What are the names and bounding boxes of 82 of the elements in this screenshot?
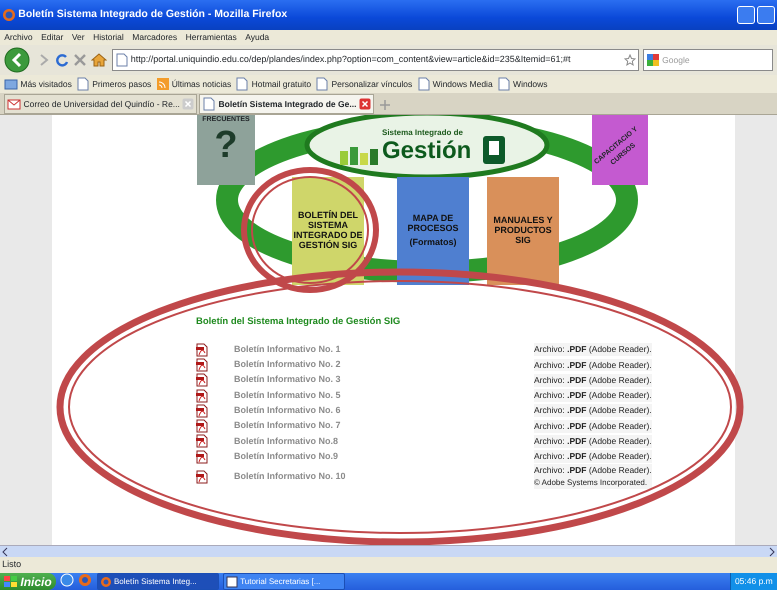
page-icon [315, 77, 330, 91]
menu-item[interactable]: Marcadores [132, 31, 178, 44]
pdf-icon[interactable] [196, 373, 208, 388]
logo-title: Gestión [382, 139, 472, 163]
file-info: Archivo: .PDF (Adobe Reader). [534, 435, 652, 448]
horizontal-scrollbar[interactable] [0, 545, 777, 557]
pdf-icon[interactable] [196, 470, 208, 484]
copyright-note: © Adobe Systems Incorporated. [534, 477, 652, 490]
clock-text: 05:46 p.m [734, 575, 773, 588]
page-icon [202, 97, 216, 111]
banner-card[interactable]: MAPA DE PROCESOS (Formatos) [397, 177, 469, 285]
file-info: Archivo: .PDF (Adobe Reader). [534, 358, 652, 372]
pdf-icon[interactable] [196, 434, 208, 448]
mail-icon [7, 97, 22, 111]
pdf-icon[interactable] [196, 404, 208, 418]
tab-label: Correo de Universidad del Quindío - Re... [24, 98, 180, 110]
search-engine-icon[interactable] [646, 53, 660, 67]
firefox-icon [2, 8, 16, 22]
menu-item[interactable]: Ayuda [245, 31, 270, 44]
pdf-icon[interactable] [196, 388, 208, 403]
page-icon [76, 77, 90, 91]
card-label: MANUALES Y PRODUCTOS SIG [492, 216, 554, 246]
home-icon[interactable] [91, 53, 108, 67]
bookmark-item[interactable]: Windows Media [416, 77, 493, 91]
file-info: Archivo: .PDF (Adobe Reader). [534, 343, 652, 356]
scroll-right-icon[interactable] [767, 546, 777, 556]
menu-item[interactable]: Herramientas [186, 31, 237, 44]
folder-icon [4, 77, 18, 91]
address-bar[interactable]: http://portal.uniquindio.edu.co/dep/plandes/index.php?option=com_content&view=article&id=235&Itemid=61;#t [112, 49, 639, 71]
menu-item[interactable]: Historial [93, 31, 124, 44]
file-info: Archivo: .PDF (Adobe Reader). [534, 450, 652, 464]
pdf-icon[interactable] [196, 450, 208, 464]
document-icon [226, 576, 238, 588]
logo-mark-icon [482, 135, 506, 165]
bookmark-item[interactable]: Más visitados [4, 77, 72, 91]
minimize-button[interactable] [736, 6, 755, 24]
banner-card[interactable]: MANUALES Y PRODUCTOS SIG [487, 177, 559, 285]
card-label: BOLETÍN DEL SISTEMA INTEGRADO DE GESTIÓN SIG [292, 211, 364, 251]
scroll-left-icon[interactable] [0, 546, 10, 556]
question-mark: ? [214, 126, 238, 164]
bookmark-item[interactable]: Personalizar vínculos [315, 77, 412, 91]
page-icon [496, 77, 511, 91]
section-heading: Boletín del Sistema Integrado de Gestión SIG [196, 315, 402, 329]
bookmark-item[interactable]: Últimas noticias [156, 77, 232, 91]
url-text: http://portal.uniquindio.edu.co/dep/plandes/index.php?option=com_content&view=article&id=235&Itemid=61;#t [130, 53, 572, 66]
back-icon[interactable] [4, 47, 32, 73]
taskbar-button[interactable]: Tutorial Secretarias [... [222, 573, 345, 590]
browser-tab[interactable]: Correo de Universidad del Quindío - Re... [4, 94, 198, 114]
search-placeholder: Google [662, 54, 690, 66]
menu-item[interactable]: Archivo [4, 31, 33, 44]
file-info: Archivo: .PDF (Adobe Reader). [534, 389, 652, 402]
card-sublabel: (Formatos) [410, 238, 456, 248]
firefox-icon [100, 576, 112, 588]
file-info: Archivo: .PDF (Adobe Reader). [534, 404, 652, 418]
file-info: Archivo: .PDF (Adobe Reader). [534, 464, 652, 478]
maximize-button[interactable] [756, 6, 775, 24]
bookmark-item[interactable]: Windows [496, 77, 548, 91]
status-text: Listo [2, 558, 22, 572]
pdf-icon[interactable] [196, 342, 208, 357]
page-icon [235, 77, 250, 91]
bookmark-item[interactable]: Hotmail gratuito [235, 77, 312, 91]
file-info: Archivo: .PDF (Adobe Reader). [534, 420, 652, 432]
card-label: MAPA DE PROCESOS [406, 214, 460, 234]
star-icon[interactable] [624, 54, 636, 66]
pdf-icon[interactable] [196, 419, 208, 434]
windows-logo-icon [4, 576, 18, 588]
window-title: Boletín Sistema Integrado de Gestión - Mozilla Firefox [18, 7, 288, 22]
close-icon[interactable] [358, 98, 371, 110]
taskbar-button[interactable]: Boletín Sistema Integ... [96, 573, 219, 590]
page-icon [114, 53, 129, 67]
menu-item[interactable]: Editar [41, 31, 64, 44]
start-button[interactable]: Inicio [0, 573, 56, 590]
feed-icon [156, 77, 170, 91]
file-info: Archivo: .PDF (Adobe Reader). [534, 374, 652, 387]
pdf-icon[interactable] [196, 358, 208, 372]
tab-label: Boletín Sistema Integrado de Ge... [218, 98, 356, 110]
menu-item[interactable]: Ver [72, 31, 85, 44]
logo-subtitle: Sistema Integrado de [382, 127, 463, 139]
reload-icon[interactable] [54, 53, 69, 67]
bookmark-item[interactable]: Primeros pasos [76, 77, 152, 91]
page-icon [416, 77, 431, 91]
browser-tab[interactable]: Boletín Sistema Integrado de Ge... [199, 94, 374, 114]
